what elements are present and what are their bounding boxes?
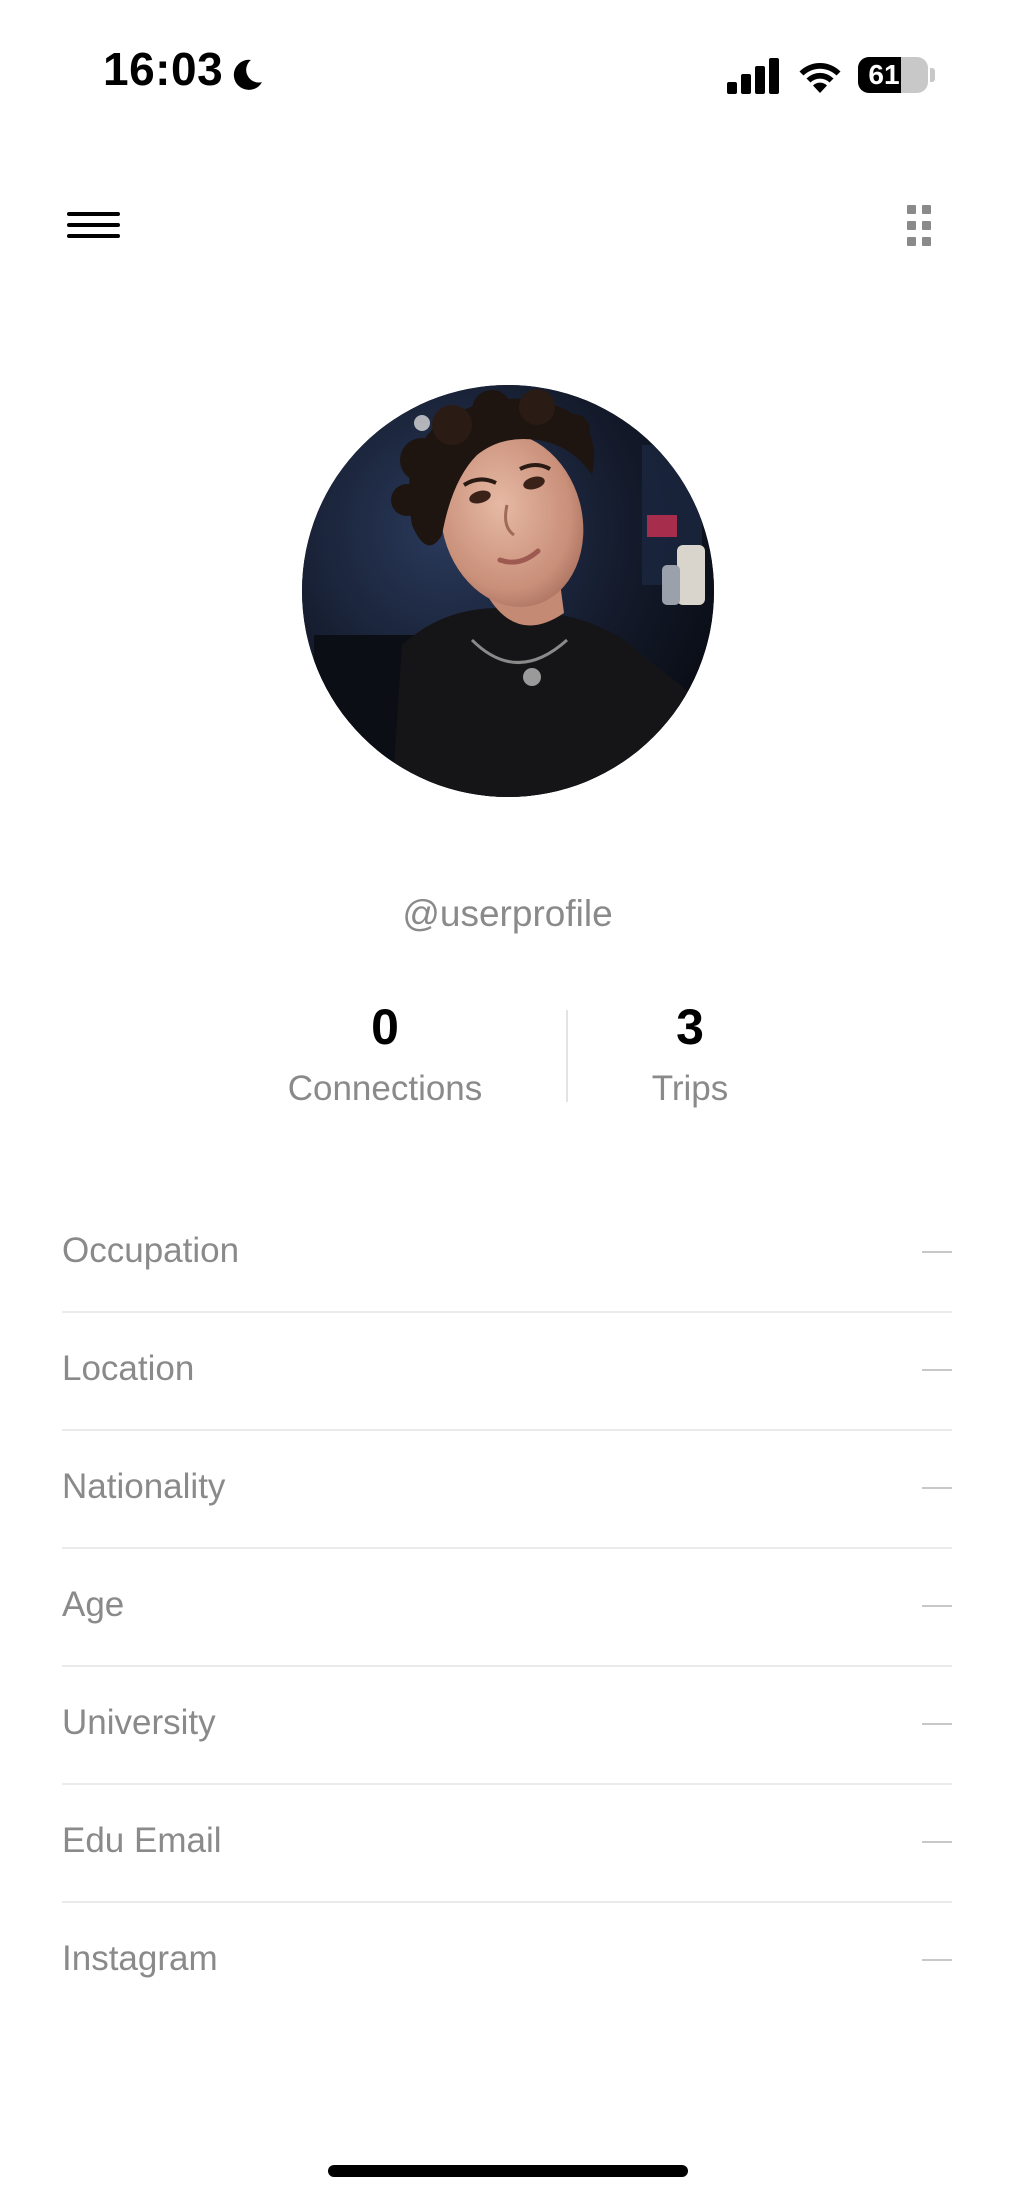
battery-nub [930,68,935,82]
detail-value: — [922,1723,952,1725]
trips-count: 3 [676,999,704,1055]
battery-icon: 61 [858,57,928,93]
hamburger-menu-icon[interactable] [60,200,130,250]
detail-row-occupation[interactable]: Occupation — [62,1195,952,1311]
detail-label: Nationality [62,1467,226,1506]
detail-value: — [922,1959,952,1961]
detail-row-university[interactable]: University — [62,1665,952,1783]
detail-row-edu-email[interactable]: Edu Email — [62,1783,952,1901]
status-time: 16:03 [103,43,224,95]
trips-label: Trips [651,1069,729,1108]
detail-value: — [922,1251,952,1253]
detail-row-nationality[interactable]: Nationality — [62,1429,952,1547]
trips-stat[interactable]: 3 Trips [560,1000,820,1109]
signal-icon [727,58,779,94]
detail-label: Occupation [62,1231,240,1270]
wifi-icon [799,63,841,93]
home-indicator[interactable] [328,2165,688,2177]
profile-photo [302,385,714,797]
connections-stat[interactable]: 0 Connections [255,1000,515,1109]
detail-label: University [62,1703,216,1742]
connections-label: Connections [287,1069,483,1108]
avatar[interactable] [302,385,714,797]
moon-icon [233,59,263,90]
menu-line [67,234,120,238]
detail-label: Instagram [62,1939,218,1978]
detail-label: Location [62,1349,195,1388]
menu-line [67,223,120,227]
detail-label: Age [62,1585,125,1624]
detail-row-instagram[interactable]: Instagram — [62,1901,952,2019]
detail-label: Edu Email [62,1821,222,1860]
grid-dots-icon[interactable] [895,195,947,255]
profile-details-list: Occupation — Location — Nationality — Ag… [62,1195,952,2019]
detail-value: — [922,1369,952,1371]
username: @userprofile [402,893,613,934]
battery-level: 61 [868,59,900,90]
menu-line [67,212,120,216]
detail-value: — [922,1605,952,1607]
detail-value: — [922,1841,952,1843]
detail-row-age[interactable]: Age — [62,1547,952,1665]
detail-value: — [922,1487,952,1489]
connections-count: 0 [371,999,399,1055]
detail-row-location[interactable]: Location — [62,1311,952,1429]
